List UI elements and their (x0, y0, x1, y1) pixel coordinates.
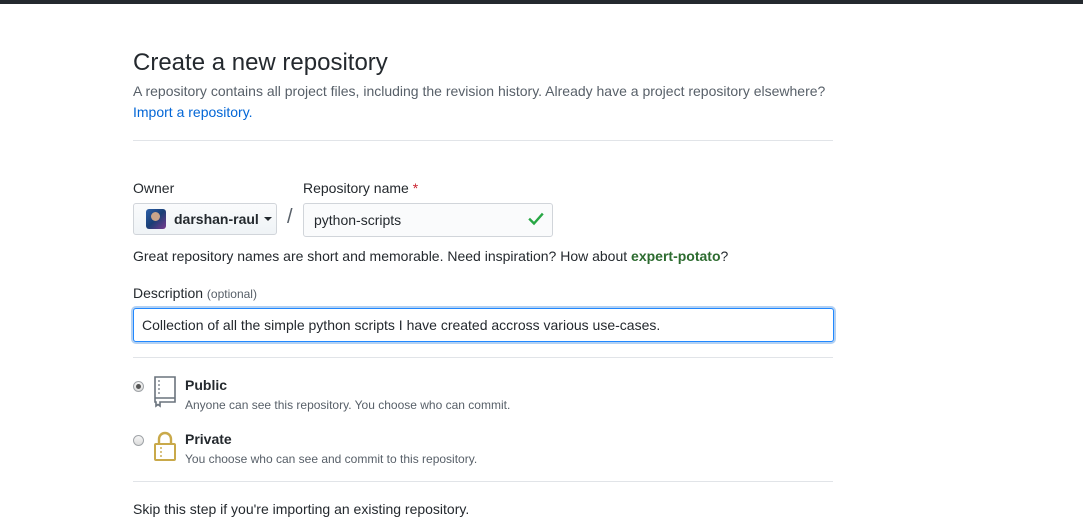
name-suggestion-link[interactable]: expert-potato (631, 248, 720, 264)
hint-text: Great repository names are short and mem… (133, 248, 632, 264)
check-icon (528, 212, 544, 226)
public-option-note: Anyone can see this repository. You choo… (185, 398, 511, 412)
skip-step-note: Skip this step if you're importing an ex… (133, 501, 470, 517)
description-input[interactable] (133, 308, 834, 342)
public-option-title: Public (185, 377, 228, 393)
avatar (146, 209, 166, 229)
page-subtitle: A repository contains all project files,… (133, 83, 826, 99)
repository-name-label-text: Repository name (303, 180, 409, 196)
private-radio[interactable] (133, 435, 144, 446)
private-option-title: Private (185, 431, 232, 447)
lock-icon (154, 431, 176, 461)
divider (133, 357, 833, 358)
repo-book-icon (154, 376, 176, 408)
public-radio[interactable] (133, 381, 144, 392)
import-repository-link[interactable]: Import a repository. (133, 104, 253, 120)
private-option-note: You choose who can see and commit to thi… (185, 452, 478, 466)
repository-name-input[interactable] (303, 203, 553, 237)
repository-name-label: Repository name * (303, 180, 418, 196)
owner-repo-separator: / (287, 206, 293, 228)
description-label-text: Description (133, 285, 204, 301)
divider (133, 140, 833, 141)
top-header-bar (0, 0, 1083, 4)
chevron-down-icon (263, 217, 272, 221)
owner-dropdown-button[interactable]: darshan-raul (133, 203, 277, 235)
repository-name-hint: Great repository names are short and mem… (133, 248, 728, 264)
owner-label: Owner (133, 180, 175, 196)
page-title: Create a new repository (133, 49, 388, 76)
required-mark: * (412, 180, 419, 196)
description-label: Description (optional) (133, 285, 257, 301)
hint-suffix: ? (720, 248, 729, 264)
divider (133, 481, 833, 482)
optional-label: (optional) (206, 287, 257, 301)
owner-name: darshan-raul (174, 211, 259, 227)
